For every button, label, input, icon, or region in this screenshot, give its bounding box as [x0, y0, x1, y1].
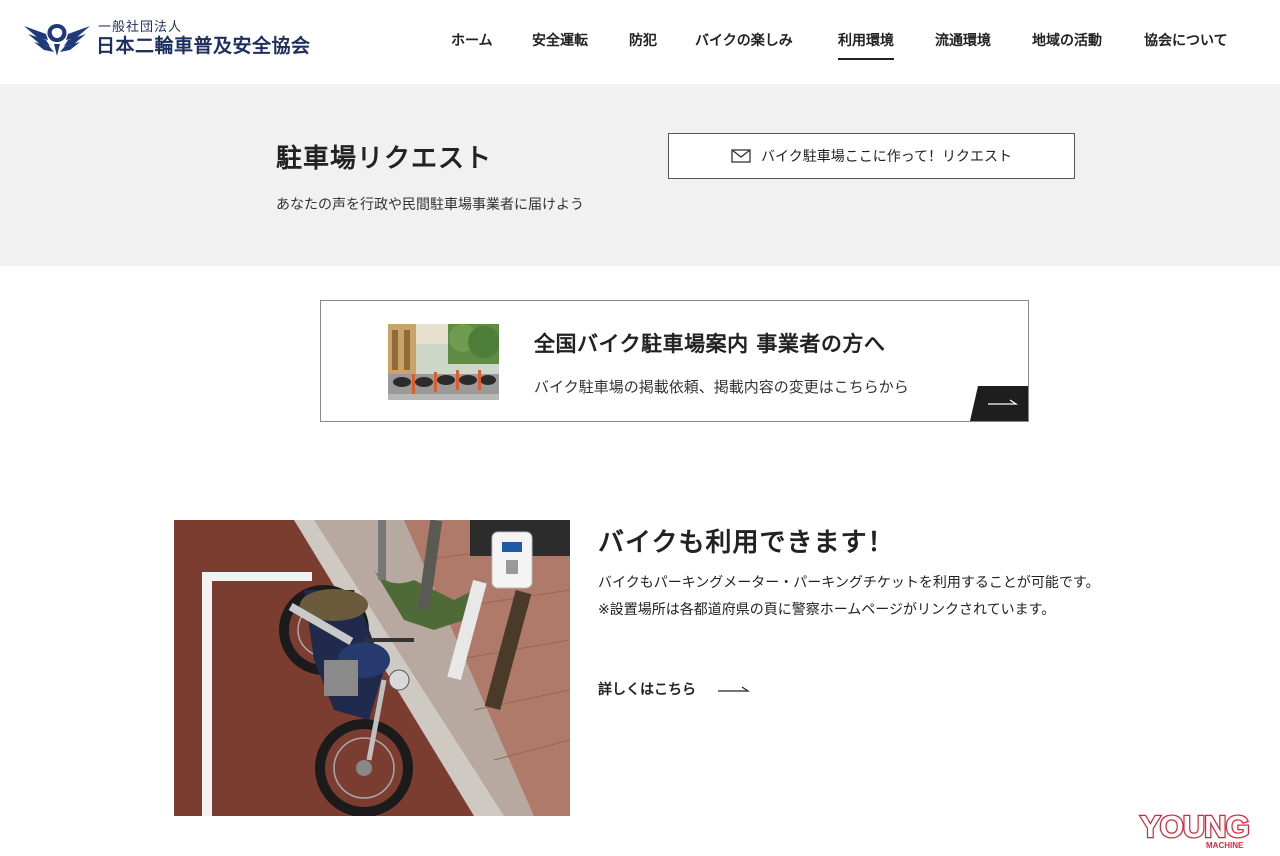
parking-meter-motorcycle-photo	[174, 520, 570, 816]
meter-section-title: バイクも利用できます！	[598, 528, 895, 558]
logo-wings-icon	[24, 24, 90, 56]
nav-about-association[interactable]: 協会について	[1144, 30, 1228, 58]
meter-section-body-line2: ※設置場所は各都道府県の頁に警察ホームページがリンクされています。	[598, 602, 1056, 618]
young-machine-watermark-logo: YOUNG MACHINE	[1139, 810, 1251, 850]
request-description: あなたの声を行政や民間駐車場事業者に届けよう	[276, 197, 584, 213]
more-details-link[interactable]: 詳しくはこちら	[598, 679, 750, 699]
business-card-description: バイク駐車場の掲載依頼、掲載内容の変更はこちらから	[534, 378, 909, 396]
org-name: 日本二輪車普及安全協会	[96, 34, 311, 57]
svg-text:YOUNG: YOUNG	[1140, 810, 1249, 844]
nav-usage-environment[interactable]: 利用環境	[838, 30, 894, 60]
nav-bike-enjoyment[interactable]: バイクの楽しみ	[695, 30, 793, 58]
nav-home[interactable]: ホーム	[451, 30, 493, 58]
arrow-right-icon	[718, 686, 750, 692]
parking-lot-thumbnail	[388, 324, 499, 400]
site-header: 一般社団法人 日本二輪車普及安全協会 ホーム 安全運転 防犯 バイクの楽しみ 利…	[0, 0, 1280, 84]
nav-safe-driving[interactable]: 安全運転	[532, 30, 588, 58]
nav-distribution-environment[interactable]: 流通環境	[935, 30, 991, 58]
parking-request-button-label: バイク駐車場ここに作って！リクエスト	[760, 149, 1013, 165]
more-details-label: 詳しくはこちら	[598, 682, 696, 698]
mail-icon	[731, 149, 751, 163]
org-type-label: 一般社団法人	[98, 19, 183, 35]
business-operator-card[interactable]: 全国バイク駐車場案内 事業者の方へ バイク駐車場の掲載依頼、掲載内容の変更はこち…	[320, 300, 1029, 422]
site-logo[interactable]: 一般社団法人 日本二輪車普及安全協会	[24, 16, 311, 60]
parking-request-section: 駐車場リクエスト あなたの声を行政や民間駐車場事業者に届けよう バイク駐車場ここ…	[0, 84, 1280, 266]
arrow-right-icon[interactable]	[970, 386, 1028, 421]
meter-section-body-line1: バイクもパーキングメーター・パーキングチケットを利用することが可能です。	[598, 575, 1100, 591]
nav-crime-prevention[interactable]: 防犯	[629, 30, 657, 58]
request-title: 駐車場リクエスト	[276, 144, 493, 174]
business-card-title: 全国バイク駐車場案内 事業者の方へ	[534, 332, 886, 356]
parking-request-button[interactable]: バイク駐車場ここに作って！リクエスト	[668, 133, 1075, 179]
svg-text:MACHINE: MACHINE	[1206, 841, 1244, 850]
nav-regional-activities[interactable]: 地域の活動	[1032, 30, 1102, 58]
